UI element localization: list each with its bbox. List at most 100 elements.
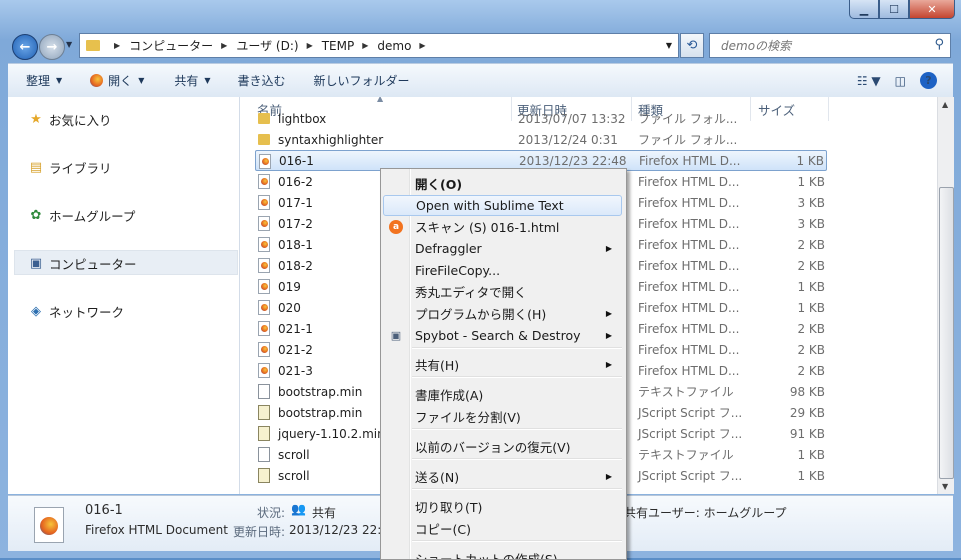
nav-libraries[interactable]: ▤ ライブラリ bbox=[28, 158, 112, 177]
file-date: 2013/12/23 22:48 bbox=[519, 153, 627, 168]
file-type: ファイル フォル... bbox=[638, 112, 738, 126]
maximize-button[interactable]: ☐ bbox=[879, 0, 909, 19]
menu-item[interactable]: 切り取り(T) bbox=[383, 496, 622, 517]
menu-item[interactable]: ショートカットの作成(S) bbox=[383, 548, 622, 560]
menu-separator bbox=[412, 428, 622, 430]
breadcrumb-computer[interactable]: コンピューター ▶ bbox=[129, 37, 236, 54]
firefox-document-icon bbox=[258, 363, 270, 378]
file-size: 2 KB bbox=[797, 342, 825, 357]
preview-pane-icon[interactable]: ◫ bbox=[895, 74, 906, 88]
breadcrumb-temp[interactable]: TEMP ▶ bbox=[322, 39, 378, 53]
search-input[interactable] bbox=[719, 37, 923, 54]
details-shared-with: 共有ユーザー: ホームグループ bbox=[624, 506, 787, 520]
menu-item[interactable]: 共有(H) ▶ bbox=[383, 354, 622, 375]
menu-item[interactable]: プログラムから開く(H) ▶ bbox=[383, 303, 622, 324]
scroll-down-icon[interactable]: ▼ bbox=[942, 482, 948, 491]
file-type: Firefox HTML D... bbox=[638, 300, 740, 315]
forward-button[interactable]: → bbox=[39, 34, 65, 60]
burn-button[interactable]: 書き込む bbox=[238, 72, 286, 89]
file-size: 1 KB bbox=[797, 300, 825, 315]
column-divider[interactable] bbox=[828, 97, 829, 121]
file-name: 018-1 bbox=[278, 237, 313, 252]
menu-item-label: 切り取り(T) bbox=[415, 500, 483, 515]
menu-item[interactable]: a スキャン (S) 016-1.html bbox=[383, 216, 622, 237]
help-icon[interactable]: ? bbox=[920, 72, 937, 89]
menu-item[interactable]: Defraggler ▶ bbox=[383, 238, 622, 259]
menu-item[interactable]: 開く(O) bbox=[383, 173, 622, 194]
menu-item[interactable]: 書庫作成(A) bbox=[383, 384, 622, 405]
script-file-icon bbox=[258, 405, 270, 420]
scrollbar-thumb[interactable] bbox=[939, 187, 954, 479]
menu-item[interactable]: Open with Sublime Text bbox=[383, 195, 622, 216]
chevron-right-icon[interactable]: ▶ bbox=[362, 41, 368, 50]
star-icon: ★ bbox=[30, 112, 42, 127]
file-name: 021-2 bbox=[278, 342, 313, 357]
refresh-button[interactable]: ⟲ bbox=[680, 33, 704, 58]
menu-item[interactable]: コピー(C) bbox=[383, 518, 622, 539]
chevron-right-icon[interactable]: ▶ bbox=[419, 41, 425, 50]
file-type: ファイル フォル... bbox=[638, 133, 738, 147]
view-options-icon[interactable]: ☷ ▼ bbox=[857, 74, 881, 88]
file-type: Firefox HTML D... bbox=[638, 195, 740, 210]
submenu-arrow-icon: ▶ bbox=[605, 472, 612, 481]
homegroup-icon: ✿ bbox=[30, 208, 42, 223]
menu-item[interactable]: 送る(N) ▶ bbox=[383, 466, 622, 487]
address-dropdown-icon[interactable]: ▼ bbox=[666, 41, 672, 50]
recent-pages-dropdown[interactable]: ▼ bbox=[66, 40, 72, 49]
menu-item-label: ショートカットの作成(S) bbox=[415, 552, 558, 560]
nav-network[interactable]: ◈ ネットワーク bbox=[28, 302, 124, 321]
menu-item-label: 秀丸エディタで開く bbox=[415, 285, 527, 300]
back-button[interactable]: ← bbox=[12, 34, 38, 60]
folder-icon bbox=[86, 40, 100, 51]
scroll-up-icon[interactable]: ▲ bbox=[942, 100, 948, 109]
script-file-icon bbox=[258, 426, 270, 441]
firefox-document-icon bbox=[258, 237, 270, 252]
close-button[interactable]: ✕ bbox=[909, 0, 955, 19]
menu-item[interactable]: 秀丸エディタで開く bbox=[383, 281, 622, 302]
caption-buttons: ▁ ☐ ✕ bbox=[849, 0, 955, 19]
firefox-document-icon bbox=[258, 195, 270, 210]
shared-users-icon: 👥 bbox=[291, 502, 306, 516]
nav-homegroup[interactable]: ✿ ホームグループ bbox=[28, 206, 136, 225]
file-name: 016-2 bbox=[278, 174, 313, 189]
context-menu: 開く(O) Open with Sublime Text a スキャン (S) 016… bbox=[380, 168, 627, 560]
firefox-document-icon bbox=[258, 174, 270, 189]
menu-item-label: 開く(O) bbox=[415, 177, 463, 192]
chevron-right-icon[interactable]: ▶ bbox=[307, 41, 313, 50]
firefox-document-icon bbox=[258, 300, 270, 315]
nav-computer[interactable]: ▣ コンピューター bbox=[28, 254, 137, 273]
menu-item[interactable]: FireFileCopy... bbox=[383, 260, 622, 281]
menu-item-label: 送る(N) bbox=[415, 470, 460, 485]
folder-icon bbox=[258, 134, 270, 145]
file-size: 2 KB bbox=[797, 363, 825, 378]
file-size: 2 KB bbox=[797, 237, 825, 252]
menu-item-label: スキャン (S) 016-1.html bbox=[415, 220, 560, 235]
chevron-right-icon[interactable]: ▶ bbox=[221, 41, 227, 50]
share-button[interactable]: 共有 ▼ bbox=[174, 72, 210, 89]
vertical-scrollbar[interactable]: ▲ ▼ bbox=[937, 97, 954, 494]
menu-item-label: 書庫作成(A) bbox=[415, 388, 484, 403]
command-bar: 整理 ▼ 開く ▼ 共有 ▼ 書き込む 新しいフォルダー ☷ ▼ ◫ ? bbox=[8, 63, 953, 98]
file-name: 017-2 bbox=[278, 216, 313, 231]
minimize-button[interactable]: ▁ bbox=[849, 0, 879, 19]
menu-item[interactable]: ▣ Spybot - Search & Destroy ▶ bbox=[383, 325, 622, 346]
organize-button[interactable]: 整理 ▼ bbox=[26, 72, 62, 89]
search-box[interactable]: ⚲ bbox=[709, 33, 951, 58]
menu-item[interactable]: 以前のバージョンの復元(V) bbox=[383, 436, 622, 457]
open-button[interactable]: 開く ▼ bbox=[90, 72, 144, 89]
details-file-type: Firefox HTML Document bbox=[85, 523, 228, 537]
search-icon[interactable]: ⚲ bbox=[934, 37, 944, 52]
file-name: scroll bbox=[278, 468, 310, 483]
breadcrumb-drive[interactable]: ユーザ (D:) ▶ bbox=[236, 37, 321, 54]
arrow-left-icon: ← bbox=[19, 39, 31, 55]
new-folder-button[interactable]: 新しいフォルダー bbox=[314, 72, 410, 89]
address-bar[interactable]: ▶ コンピューター ▶ ユーザ (D:) ▶ TEMP ▶ demo ▶ ▼ bbox=[79, 33, 679, 58]
breadcrumb-demo[interactable]: demo ▶ bbox=[377, 39, 434, 53]
file-row[interactable]: lightbox 2013/07/07 13:32 ファイル フォル... bbox=[255, 108, 827, 129]
menu-item[interactable]: ファイルを分割(V) bbox=[383, 406, 622, 427]
file-size: 98 KB bbox=[789, 384, 825, 399]
file-row[interactable]: syntaxhighlighter 2013/12/24 0:31 ファイル フォル… bbox=[255, 129, 827, 150]
file-type: テキストファイル bbox=[638, 448, 734, 462]
menu-item-label: Open with Sublime Text bbox=[416, 198, 564, 213]
nav-favorites[interactable]: ★ お気に入り bbox=[28, 110, 111, 129]
